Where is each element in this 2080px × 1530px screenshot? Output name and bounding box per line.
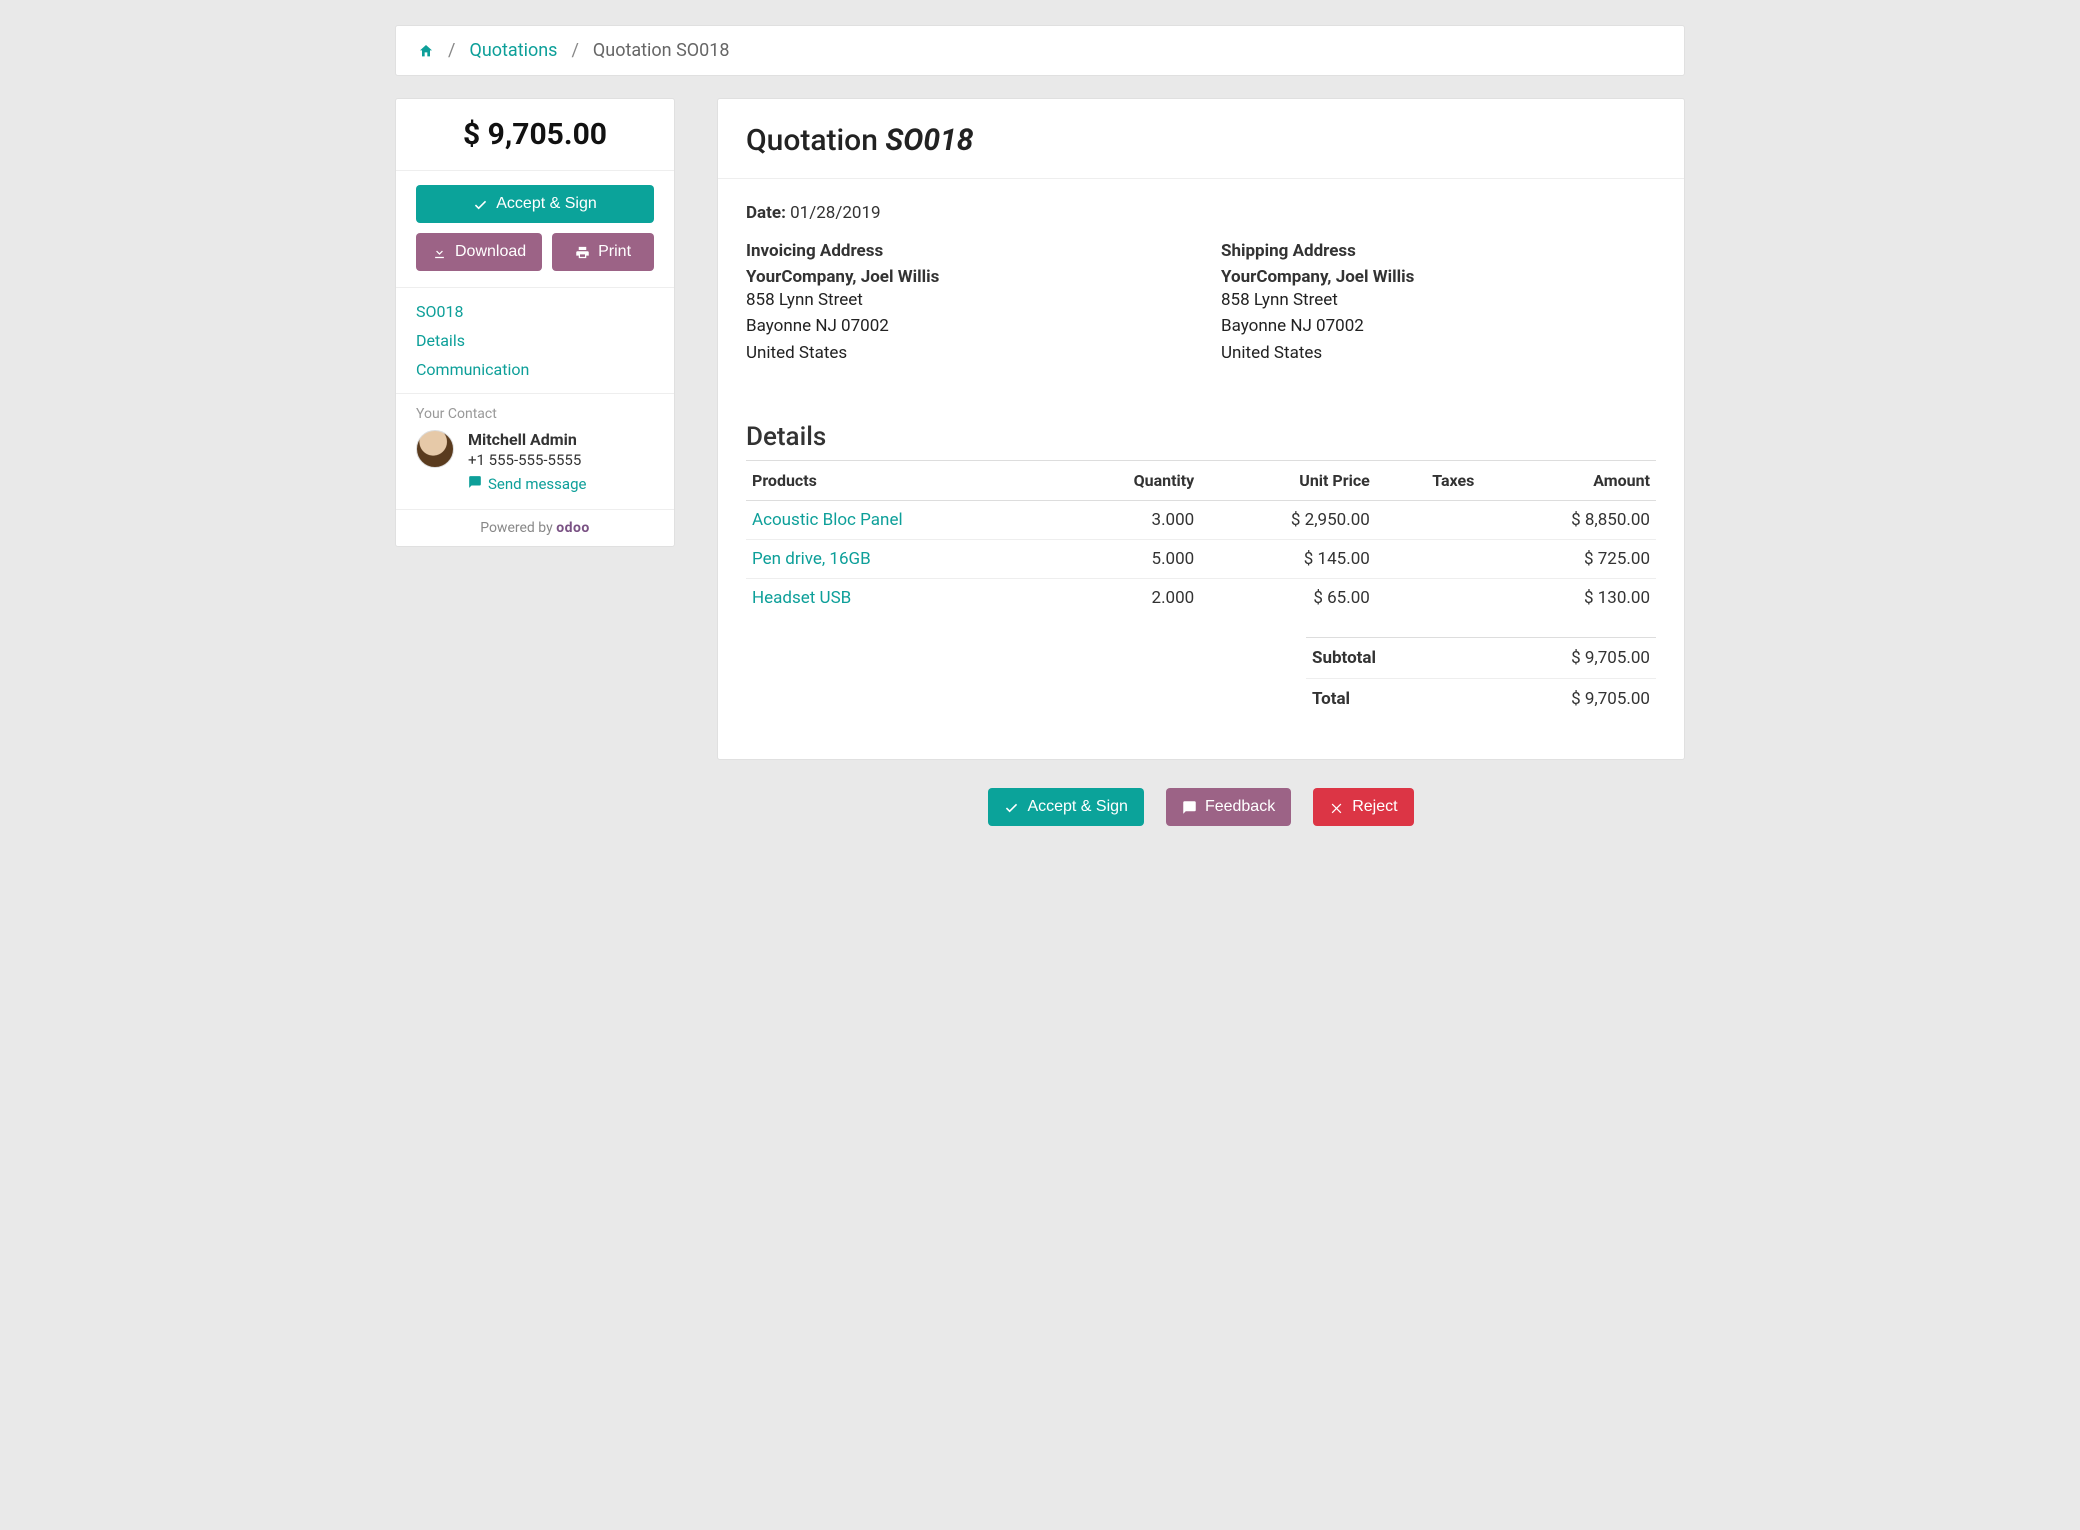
feedback-button[interactable]: Feedback [1166,788,1291,826]
breadcrumb-current: Quotation SO018 [593,40,730,61]
button-label: Accept & Sign [1027,798,1128,816]
invoicing-street: 858 Lynn Street [746,287,1181,313]
line-taxes [1376,501,1481,540]
button-label: Print [598,243,631,261]
shipping-country: United States [1221,340,1656,366]
line-amount: $ 130.00 [1480,579,1656,618]
shipping-address-title: Shipping Address [1221,241,1656,261]
line-taxes [1376,540,1481,579]
date-label: Date: [746,203,786,223]
quotation-content: Quotation SO018 Date: 01/28/2019 Invoici… [717,98,1685,760]
button-label: Reject [1352,798,1397,816]
check-icon [473,197,488,212]
download-icon [432,245,447,260]
print-icon [575,245,590,260]
line-taxes [1376,579,1481,618]
invoicing-name: YourCompany, Joel Willis [746,267,1181,287]
title-prefix: Quotation [746,123,885,158]
nav-link-so[interactable]: SO018 [416,302,654,321]
odoo-logo: odoo [556,520,590,536]
breadcrumb-quotations[interactable]: Quotations [469,40,557,61]
powered-by-text: Powered by [480,520,553,536]
download-button[interactable]: Download [416,233,542,271]
quotation-total-price: $ 9,705.00 [410,117,660,152]
line-qty: 3.000 [1060,501,1200,540]
subtotal-value: $ 9,705.00 [1571,648,1650,668]
col-quantity: Quantity [1060,461,1200,501]
button-label: Download [455,243,526,261]
nav-link-communication[interactable]: Communication [416,360,654,379]
contact-phone: +1 555-555-5555 [468,451,586,469]
contact-avatar [416,430,454,468]
product-link[interactable]: Acoustic Bloc Panel [752,510,903,530]
totals-table: Subtotal $ 9,705.00 Total $ 9,705.00 [1306,637,1656,719]
product-link[interactable]: Headset USB [752,588,851,608]
send-message-label: Send message [488,475,586,493]
close-icon [1329,800,1344,815]
line-qty: 5.000 [1060,540,1200,579]
invoicing-address-title: Invoicing Address [746,241,1181,261]
button-label: Accept & Sign [496,195,597,213]
nav-link-details[interactable]: Details [416,331,654,350]
bottom-actions: Accept & Sign Feedback Reject [717,788,1685,826]
breadcrumb: / Quotations / Quotation SO018 [395,25,1685,76]
table-row: Pen drive, 16GB 5.000$ 145.00 $ 725.00 [746,540,1656,579]
home-icon[interactable] [418,43,434,59]
contact-name: Mitchell Admin [468,430,586,449]
col-taxes: Taxes [1376,461,1481,501]
breadcrumb-sep: / [442,40,461,61]
page-title: Quotation SO018 [746,123,1656,158]
send-message-link[interactable]: Send message [468,475,586,493]
invoicing-city: Bayonne NJ 07002 [746,313,1181,339]
line-amount: $ 725.00 [1480,540,1656,579]
col-products: Products [746,461,1060,501]
powered-by: Powered by odoo [396,510,674,546]
line-amount: $ 8,850.00 [1480,501,1656,540]
accept-sign-button[interactable]: Accept & Sign [416,185,654,223]
line-qty: 2.000 [1060,579,1200,618]
table-row: Headset USB 2.000$ 65.00 $ 130.00 [746,579,1656,618]
title-so: SO018 [885,123,973,158]
shipping-name: YourCompany, Joel Willis [1221,267,1656,287]
subtotal-label: Subtotal [1312,648,1376,668]
total-value: $ 9,705.00 [1571,689,1650,709]
invoicing-country: United States [746,340,1181,366]
line-price: $ 65.00 [1200,579,1376,618]
table-row: Acoustic Bloc Panel 3.000$ 2,950.00 $ 8,85… [746,501,1656,540]
accept-sign-button-bottom[interactable]: Accept & Sign [988,788,1144,826]
comment-icon [468,475,482,493]
button-label: Feedback [1205,798,1275,816]
details-heading: Details [746,422,1656,452]
product-link[interactable]: Pen drive, 16GB [752,549,871,569]
col-unit-price: Unit Price [1200,461,1376,501]
line-price: $ 145.00 [1200,540,1376,579]
order-lines-table: Products Quantity Unit Price Taxes Amoun… [746,460,1656,617]
breadcrumb-sep: / [565,40,584,61]
col-amount: Amount [1480,461,1656,501]
check-icon [1004,800,1019,815]
reject-button[interactable]: Reject [1313,788,1413,826]
total-label: Total [1312,689,1350,709]
shipping-street: 858 Lynn Street [1221,287,1656,313]
comment-icon [1182,800,1197,815]
contact-section-label: Your Contact [416,406,654,422]
print-button[interactable]: Print [552,233,654,271]
line-price: $ 2,950.00 [1200,501,1376,540]
date-value: 01/28/2019 [790,203,880,223]
shipping-city: Bayonne NJ 07002 [1221,313,1656,339]
sidebar: $ 9,705.00 Accept & Sign Download [395,98,675,547]
